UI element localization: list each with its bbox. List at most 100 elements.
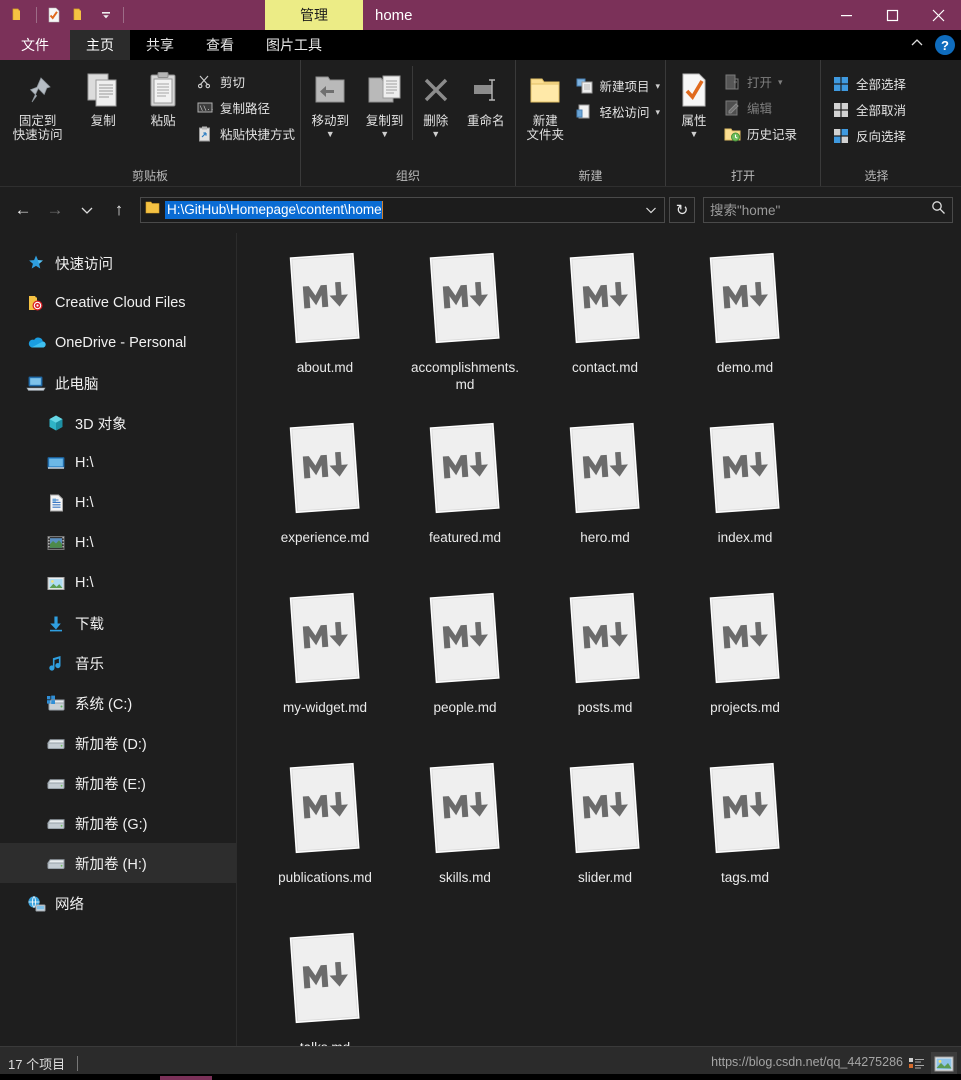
open-caret-icon[interactable]: ▾ (778, 77, 783, 86)
file-item[interactable]: tags.md (675, 755, 815, 925)
sidebar-item--[interactable]: 音乐 (0, 643, 236, 683)
search-input[interactable] (710, 202, 927, 218)
sidebar-item--h-[interactable]: 新加卷 (H:) (0, 843, 236, 883)
sidebar-item-label: Creative Cloud Files (55, 295, 186, 311)
paste-shortcut-button[interactable]: 粘贴快捷方式 (193, 122, 298, 145)
file-item[interactable]: my-widget.md (255, 585, 395, 755)
details-view-button[interactable] (903, 1052, 929, 1076)
file-item[interactable]: skills.md (395, 755, 535, 925)
recent-locations-button[interactable] (72, 195, 102, 225)
sidebar-item-onedrive-personal[interactable]: OneDrive - Personal (0, 323, 236, 363)
close-button[interactable] (915, 0, 961, 30)
file-item[interactable]: slider.md (535, 755, 675, 925)
file-item[interactable]: hero.md (535, 415, 675, 585)
sidebar-item-h-[interactable]: H:\ (0, 523, 236, 563)
qat-new-folder-icon[interactable] (67, 2, 93, 28)
refresh-button[interactable]: ↻ (669, 197, 695, 223)
search-icon[interactable] (931, 200, 946, 220)
edit-button[interactable]: 编辑 (720, 96, 800, 119)
copy-to-caret-icon[interactable]: ▼ (380, 130, 389, 139)
file-item[interactable]: experience.md (255, 415, 395, 585)
pin-to-quick-access-button[interactable]: 固定到 快速访问 (2, 66, 73, 144)
rename-button[interactable]: 重命名 (459, 66, 513, 130)
properties-button[interactable]: 属性 ▼ (668, 66, 720, 140)
file-item[interactable]: people.md (395, 585, 535, 755)
large-icons-view-button[interactable] (931, 1052, 957, 1076)
tab-view[interactable]: 查看 (190, 30, 250, 60)
markdown-file-icon (277, 585, 373, 697)
address-input[interactable]: H:\GitHub\Homepage\content\home (165, 201, 383, 219)
move-to-caret-icon[interactable]: ▼ (326, 130, 335, 139)
search-box[interactable] (703, 197, 953, 223)
sidebar-item--[interactable]: 快速访问 (0, 243, 236, 283)
file-item[interactable]: about.md (255, 245, 395, 415)
new-item-caret-icon[interactable]: ▾ (655, 81, 660, 90)
collapse-ribbon-chevron-icon[interactable] (909, 35, 925, 56)
network-icon (26, 893, 46, 913)
open-button[interactable]: 打开 ▾ (720, 70, 800, 93)
file-item[interactable]: index.md (675, 415, 815, 585)
cut-label: 剪切 (219, 76, 245, 90)
sidebar-item--c-[interactable]: 系统 (C:) (0, 683, 236, 723)
sidebar-item--e-[interactable]: 新加卷 (E:) (0, 763, 236, 803)
sidebar-item--d-[interactable]: 新加卷 (D:) (0, 723, 236, 763)
easy-access-button[interactable]: 轻松访问 ▾ (572, 100, 663, 123)
sidebar-item-h-[interactable]: H:\ (0, 483, 236, 523)
file-item[interactable]: demo.md (675, 245, 815, 415)
tab-share[interactable]: 共享 (130, 30, 190, 60)
up-button[interactable]: ↑ (104, 195, 134, 225)
history-button[interactable]: 历史记录 (720, 122, 800, 145)
sidebar-item--g-[interactable]: 新加卷 (G:) (0, 803, 236, 843)
minimize-button[interactable] (823, 0, 869, 30)
paste-label: 粘贴 (150, 114, 176, 128)
address-bar[interactable]: H:\GitHub\Homepage\content\home (140, 197, 665, 223)
new-folder-button[interactable]: 新建 文件夹 (518, 66, 572, 144)
delete-caret-icon[interactable]: ▼ (431, 130, 440, 139)
paste-button[interactable]: 粘贴 (133, 66, 193, 130)
move-to-button[interactable]: 移动到 ▼ (303, 66, 357, 140)
easy-access-caret-icon[interactable]: ▾ (655, 107, 660, 116)
file-list-pane[interactable]: about.md accomplishments.md contact.md demo… (236, 233, 961, 1046)
file-item[interactable]: accomplishments.md (395, 245, 535, 415)
invert-selection-button[interactable]: 反向选择 (829, 124, 909, 147)
select-all-button[interactable]: 全部选择 (829, 72, 909, 95)
file-item[interactable]: featured.md (395, 415, 535, 585)
select-all-label: 全部选择 (856, 78, 907, 92)
sidebar-item-h-[interactable]: H:\ (0, 563, 236, 603)
sidebar-item-h-[interactable]: H:\ (0, 443, 236, 483)
file-item[interactable]: projects.md (675, 585, 815, 755)
help-button[interactable]: ? (935, 35, 955, 55)
file-item[interactable]: publications.md (255, 755, 395, 925)
file-item[interactable]: posts.md (535, 585, 675, 755)
sidebar-item-label: H:\ (75, 455, 94, 471)
sidebar-item-3d-[interactable]: 3D 对象 (0, 403, 236, 443)
properties-caret-icon[interactable]: ▼ (690, 130, 699, 139)
address-dropdown-icon[interactable] (640, 198, 662, 222)
copy-path-button[interactable]: \\.. 复制路径 (193, 96, 298, 119)
select-none-icon (832, 101, 850, 119)
tab-picture-tools[interactable]: 图片工具 (250, 30, 338, 60)
cut-button[interactable]: 剪切 (193, 70, 298, 93)
forward-button[interactable]: → (40, 195, 70, 225)
copy-button[interactable]: 复制 (73, 66, 133, 130)
qat-folder-icon[interactable] (6, 2, 32, 28)
copy-to-button[interactable]: 复制到 ▼ (357, 66, 411, 140)
sidebar-item--[interactable]: 下载 (0, 603, 236, 643)
sidebar-item-creative-cloud-files[interactable]: Creative Cloud Files (0, 283, 236, 323)
sidebar-item--[interactable]: 网络 (0, 883, 236, 923)
qat-customize-dropdown-icon[interactable] (93, 2, 119, 28)
file-item[interactable]: contact.md (535, 245, 675, 415)
sidebar-item--[interactable]: 此电脑 (0, 363, 236, 403)
tab-home[interactable]: 主页 (70, 30, 130, 60)
new-item-button[interactable]: 新建项目 ▾ (572, 74, 663, 97)
window-controls (823, 0, 961, 30)
file-item[interactable]: talks.md (255, 925, 395, 1046)
easy-access-label: 轻松访问 (599, 106, 650, 120)
tab-file[interactable]: 文件 (0, 30, 70, 60)
delete-button[interactable]: 删除 ▼ (411, 66, 459, 140)
select-none-button[interactable]: 全部取消 (829, 98, 909, 121)
back-button[interactable]: ← (8, 195, 38, 225)
contextual-tab-manage[interactable]: 管理 (265, 0, 363, 30)
maximize-button[interactable] (869, 0, 915, 30)
qat-properties-icon[interactable] (41, 2, 67, 28)
